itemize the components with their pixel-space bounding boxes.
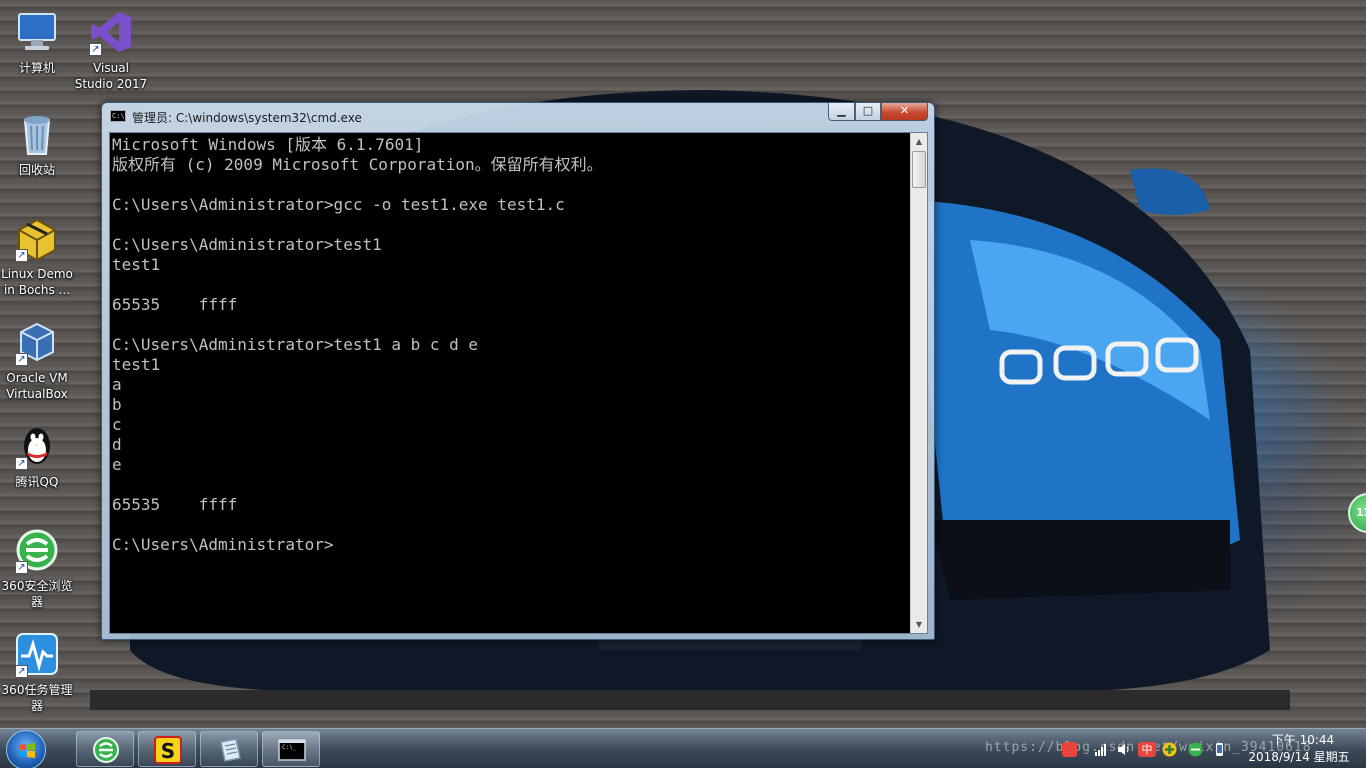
visual-studio-icon: ↗ (87, 8, 135, 56)
desktop-icon-360-task-manager[interactable]: ↗ 360任务管理 器 (0, 630, 74, 714)
360-browser-icon: ↗ (13, 526, 61, 574)
cmd-console-output[interactable]: Microsoft Windows [版本 6.1.7601] 版权所有 (c) … (112, 135, 912, 631)
plus-icon[interactable] (1162, 742, 1177, 757)
desktop-icon-label-line2: Studio 2017 (74, 77, 148, 91)
scroll-up-arrow-icon[interactable]: ▲ (911, 133, 927, 150)
desktop-icon-360-browser[interactable]: ↗ 360安全浏览 器 (0, 526, 74, 610)
desktop-icon-label-line1: Linux Demo (1, 267, 73, 281)
cmd-console-area[interactable]: Microsoft Windows [版本 6.1.7601] 版权所有 (c) … (109, 132, 928, 634)
qq-penguin-icon: ↗ (13, 422, 61, 470)
console-line: d (112, 435, 122, 454)
console-line: e (112, 455, 122, 474)
shortcut-arrow-icon: ↗ (15, 353, 28, 366)
taskbar-360-browser[interactable] (76, 731, 134, 767)
desktop-icon-label-line1: Visual (93, 61, 129, 75)
svg-text:C:\_: C:\_ (282, 744, 297, 751)
desktop-icon-label-line2: VirtualBox (6, 387, 68, 401)
volume-icon[interactable] (1116, 742, 1131, 757)
linux-demo-icon: ↗ (13, 214, 61, 262)
desktop-icon-visual-studio[interactable]: ↗ Visual Studio 2017 (74, 8, 148, 92)
svg-text:S: S (161, 739, 175, 763)
shortcut-arrow-icon: ↗ (15, 457, 28, 470)
cmd-titlebar[interactable]: C:\ 管理员: C:\windows\system32\cmd.exe ▁ □… (102, 103, 934, 129)
console-line: test1 (112, 355, 161, 374)
maximize-button[interactable]: □ (855, 103, 881, 121)
cmd-window-title: 管理员: C:\windows\system32\cmd.exe (132, 111, 362, 125)
desktop-icon-computer[interactable]: 计算机 (0, 8, 74, 76)
windows-logo-icon (19, 743, 35, 758)
360-browser-icon (93, 737, 119, 763)
console-line: C:\Users\Administrator>test1 a b c d e (112, 335, 479, 354)
ime-zhong-icon[interactable]: 中 (1138, 742, 1156, 757)
desktop-icon-label: 计算机 (18, 61, 55, 75)
console-line: b (112, 395, 122, 414)
desktop-icon-label-line2: 器 (30, 699, 43, 713)
recycle-bin-icon (13, 110, 61, 158)
desktop-icon-recycle-bin[interactable]: 回收站 (0, 110, 74, 178)
console-line: c (112, 415, 122, 434)
desktop-icon-qq[interactable]: ↗ 腾讯QQ (0, 422, 74, 490)
console-line: 版权所有 (c) 2009 Microsoft Corporation。保留所有… (112, 155, 603, 174)
sogou-s-icon: S (154, 736, 182, 764)
console-line: Microsoft Windows [版本 6.1.7601] (112, 135, 424, 154)
scrollbar-thumb[interactable] (912, 151, 926, 188)
shortcut-arrow-icon: ↗ (15, 665, 28, 678)
shortcut-arrow-icon: ↗ (15, 561, 28, 574)
taskbar-clock[interactable]: 下午 10:44 2018/9/14 星期五 (1240, 732, 1358, 766)
console-line: 65535 ffff (112, 295, 238, 314)
close-button[interactable]: ✕ (881, 103, 928, 121)
clock-time: 下午 10:44 (1271, 733, 1335, 747)
console-line: C:\Users\Administrator>test1 (112, 235, 382, 254)
taskbar-notepad[interactable] (200, 731, 258, 767)
taskbar-sogou[interactable]: S (138, 731, 196, 767)
desktop-icon-label: 腾讯QQ (15, 475, 59, 489)
desktop-icon-label-line2: 器 (30, 595, 43, 609)
shortcut-arrow-icon: ↗ (89, 43, 102, 56)
scroll-down-arrow-icon[interactable]: ▼ (911, 616, 927, 633)
console-line: C:\Users\Administrator>gcc -o test1.exe … (112, 195, 565, 214)
desktop-icon-label: 回收站 (18, 163, 55, 177)
console-line: 65535 ffff (112, 495, 238, 514)
start-button[interactable] (6, 730, 46, 768)
notepad-icon (220, 738, 241, 762)
virtualbox-icon: ↗ (13, 318, 61, 366)
desktop-icon-virtualbox[interactable]: ↗ Oracle VM VirtualBox (0, 318, 74, 402)
shortcut-arrow-icon: ↗ (15, 249, 28, 262)
clock-date: 2018/9/14 星期五 (1248, 750, 1350, 764)
cmd-icon: C:\_ (278, 739, 306, 761)
desktop-icon-label-line1: 360安全浏览 (1, 579, 73, 593)
computer-icon (13, 8, 61, 56)
desktop-icon-label-line1: 360任务管理 (1, 683, 73, 697)
360-task-manager-icon: ↗ (13, 630, 61, 678)
vertical-scrollbar[interactable]: ▲ ▼ (910, 133, 927, 633)
desktop-icon-label-line1: Oracle VM (6, 371, 68, 385)
console-line: test1 (112, 255, 161, 274)
cmd-window[interactable]: C:\ 管理员: C:\windows\system32\cmd.exe ▁ □… (101, 102, 935, 640)
taskbar-cmd[interactable]: C:\_ (262, 731, 320, 767)
green-globe-icon[interactable] (1188, 742, 1203, 757)
taskbar: S C:\_ https://blog.csdn.net/weixin_3941… (0, 728, 1366, 768)
sogou-tray-icon[interactable] (1062, 742, 1077, 757)
desktop-icon-linux-demo[interactable]: ↗ Linux Demo in Bochs ... (0, 214, 74, 298)
floating-speed-ball[interactable]: 13 (1348, 493, 1366, 533)
console-line: C:\Users\Administrator> (112, 535, 334, 554)
cmd-window-icon[interactable]: C:\ (110, 110, 126, 122)
minimize-button[interactable]: ▁ (828, 103, 855, 121)
desktop-icon-label-line2: in Bochs ... (3, 283, 71, 297)
network-signal-icon[interactable] (1094, 742, 1109, 757)
console-line: a (112, 375, 122, 394)
phone-icon[interactable] (1212, 742, 1227, 757)
